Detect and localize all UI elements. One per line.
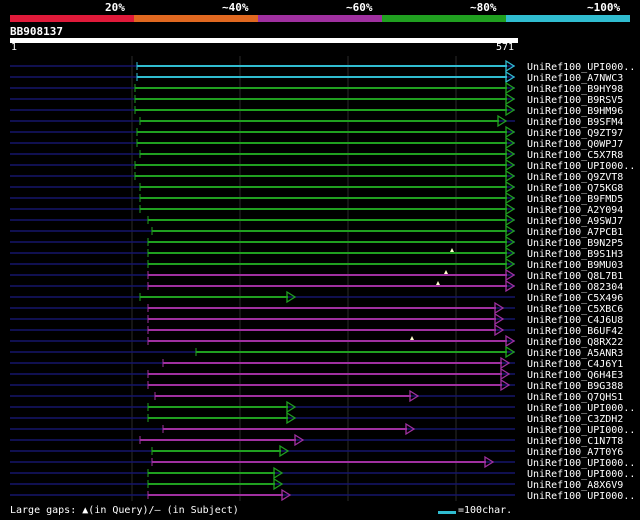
scale-label: =100char. xyxy=(458,505,513,516)
legend-segment-label: ~40% xyxy=(222,1,249,14)
hit-label: UniRef100_Q8L7B1 xyxy=(527,271,623,282)
hit-label: UniRef100_UPI000.. xyxy=(527,161,635,172)
hit-label: UniRef100_UPI000.. xyxy=(527,403,635,414)
hit-label: UniRef100_C4J6Y1 xyxy=(527,359,623,370)
hit-label: UniRef100_A7NWC3 xyxy=(527,73,623,84)
hit-label: UniRef100_C5X496 xyxy=(527,293,623,304)
query-bar xyxy=(10,38,518,43)
hit-label: UniRef100_O82304 xyxy=(527,282,623,293)
legend-segment-bar xyxy=(506,15,630,22)
query-end-label: 571 xyxy=(496,42,515,53)
hit-label: UniRef100_B9RSV5 xyxy=(527,95,623,106)
hit-label: UniRef100_Q7QHS1 xyxy=(527,392,623,403)
hit-label: UniRef100_Q6H4E3 xyxy=(527,370,623,381)
hit-label: UniRef100_UPI000.. xyxy=(527,425,635,436)
legend-segment-bar xyxy=(134,15,258,22)
hit-label: UniRef100_Q0WPJ7 xyxy=(527,139,623,150)
hit-label: UniRef100_B6UF42 xyxy=(527,326,623,337)
hit-label: UniRef100_UPI000.. xyxy=(527,62,635,73)
hit-label: UniRef100_B9G388 xyxy=(527,381,623,392)
hit-label: UniRef100_B9HM96 xyxy=(527,106,623,117)
hit-label: UniRef100_A5ANR3 xyxy=(527,348,623,359)
hit-label: UniRef100_B9N2P5 xyxy=(527,238,623,249)
gap-triangle-icon xyxy=(436,281,440,285)
legend-segment-label: ~60% xyxy=(346,1,373,14)
hit-label: UniRef100_UPI000.. xyxy=(527,458,635,469)
hit-label: UniRef100_UPI000.. xyxy=(527,491,635,501)
hit-label: UniRef100_C1N7T8 xyxy=(527,436,623,447)
hit-label: UniRef100_UPI000.. xyxy=(527,469,635,480)
legend-segment-bar xyxy=(10,15,134,22)
query-name: BB908137 xyxy=(10,25,63,38)
hit-label: UniRef100_Q75KG8 xyxy=(527,183,623,194)
hit-label: UniRef100_C5XBC6 xyxy=(527,304,623,315)
hit-label: UniRef100_A7PCB1 xyxy=(527,227,623,238)
hit-label: UniRef100_B9SFM4 xyxy=(527,117,623,128)
hit-label: UniRef100_A7T0Y6 xyxy=(527,447,623,458)
hit-label: UniRef100_Q9ZVT8 xyxy=(527,172,623,183)
hit-label: UniRef100_B9HY98 xyxy=(527,84,623,95)
legend-segment-bar xyxy=(258,15,382,22)
footer-note: Large gaps: ▲(in Query)/– (in Subject) xyxy=(10,505,239,516)
alignment-plot: UniRef100_UPI000..UniRef100_A7NWC3UniRef… xyxy=(10,56,635,501)
hit-label: UniRef100_A2Y094 xyxy=(527,205,623,216)
hit-label: UniRef100_Q9ZT97 xyxy=(527,128,623,139)
hit-label: UniRef100_C4J6U8 xyxy=(527,315,623,326)
legend-segment-bar xyxy=(382,15,506,22)
hit-label: UniRef100_B9S1H3 xyxy=(527,249,623,260)
footer-text-before: Large gaps: xyxy=(10,505,77,516)
legend-segment-label: ~100% xyxy=(587,1,621,14)
query-start-label: 1 xyxy=(11,42,18,53)
gap-triangle-icon xyxy=(450,248,454,252)
hit-label: UniRef100_C5X7R8 xyxy=(527,150,623,161)
identity-legend: 20% ~40% ~60% ~80% ~100% xyxy=(10,2,630,22)
scale-bar xyxy=(438,511,456,514)
footer-text-after: (in Query)/– (in Subject) xyxy=(88,505,239,516)
hit-label: UniRef100_B9MU03 xyxy=(527,260,623,271)
hit-label: UniRef100_A9SWJ7 xyxy=(527,216,623,227)
legend-segment-label: ~80% xyxy=(470,1,497,14)
hit-label: UniRef100_B9FMD5 xyxy=(527,194,623,205)
hit-label: UniRef100_Q8RX22 xyxy=(527,337,623,348)
hit-label: UniRef100_A8X6V9 xyxy=(527,480,623,491)
gap-triangle-icon xyxy=(444,270,448,274)
gap-triangle-icon xyxy=(410,336,414,340)
hit-label: UniRef100_C3ZDH2 xyxy=(527,414,623,425)
legend-segment-label: 20% xyxy=(105,1,125,14)
